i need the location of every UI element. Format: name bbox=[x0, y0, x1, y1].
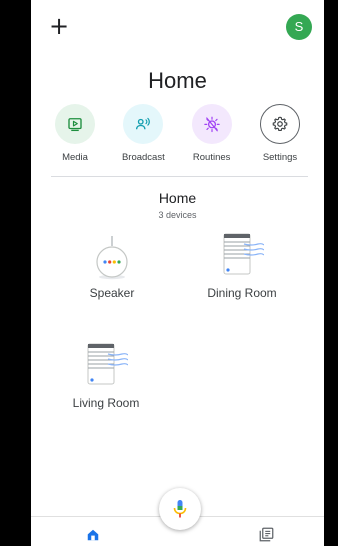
page-title: Home bbox=[148, 68, 207, 93]
media-label: Media bbox=[62, 152, 88, 163]
broadcast-label: Broadcast bbox=[121, 152, 165, 163]
broadcast-icon bbox=[136, 117, 151, 130]
play-box-icon bbox=[68, 118, 82, 132]
mic-button[interactable] bbox=[159, 488, 201, 530]
device-living-room-label: Living Room bbox=[72, 396, 140, 410]
nav-feed-tab[interactable] bbox=[259, 527, 274, 546]
routines-label: Routines bbox=[192, 152, 231, 163]
speaker-group-icon bbox=[87, 343, 128, 385]
mic-icon bbox=[173, 500, 187, 518]
device-living-room[interactable]: Living Room bbox=[51, 342, 161, 410]
home-icon bbox=[87, 529, 99, 541]
broadcast-action[interactable]: Broadcast bbox=[113, 104, 173, 163]
device-dining-room-label: Dining Room bbox=[207, 286, 277, 300]
settings-label: Settings bbox=[262, 152, 298, 163]
routines-icon-circle[interactable] bbox=[191, 104, 232, 144]
top-bar: + S bbox=[31, 0, 324, 60]
phone-screen: + S Home Media Broadcast Routines Settin… bbox=[31, 0, 324, 546]
add-button[interactable]: + bbox=[49, 14, 69, 38]
nav-home-tab[interactable] bbox=[86, 528, 100, 546]
speaker-group-icon bbox=[223, 233, 264, 275]
settings-icon-circle[interactable] bbox=[259, 104, 300, 144]
feed-icon bbox=[259, 527, 274, 542]
routines-action[interactable]: Routines bbox=[182, 104, 242, 163]
account-avatar[interactable]: S bbox=[286, 14, 312, 40]
media-action[interactable]: Media bbox=[45, 104, 105, 163]
gear-icon bbox=[272, 116, 288, 132]
settings-action[interactable]: Settings bbox=[250, 104, 310, 163]
quick-actions: Media Broadcast Routines Settings bbox=[45, 104, 310, 163]
device-speaker-label: Speaker bbox=[89, 286, 135, 300]
room-device-count: 3 devices bbox=[158, 210, 197, 220]
room-title: Home bbox=[158, 190, 197, 206]
routines-icon bbox=[203, 116, 220, 133]
device-speaker[interactable]: Speaker bbox=[57, 236, 167, 300]
broadcast-icon-circle[interactable] bbox=[123, 104, 164, 144]
section-divider bbox=[51, 176, 308, 177]
smart-speaker-icon bbox=[96, 236, 128, 280]
media-icon-circle[interactable] bbox=[55, 104, 95, 144]
device-dining-room[interactable]: Dining Room bbox=[187, 232, 297, 300]
